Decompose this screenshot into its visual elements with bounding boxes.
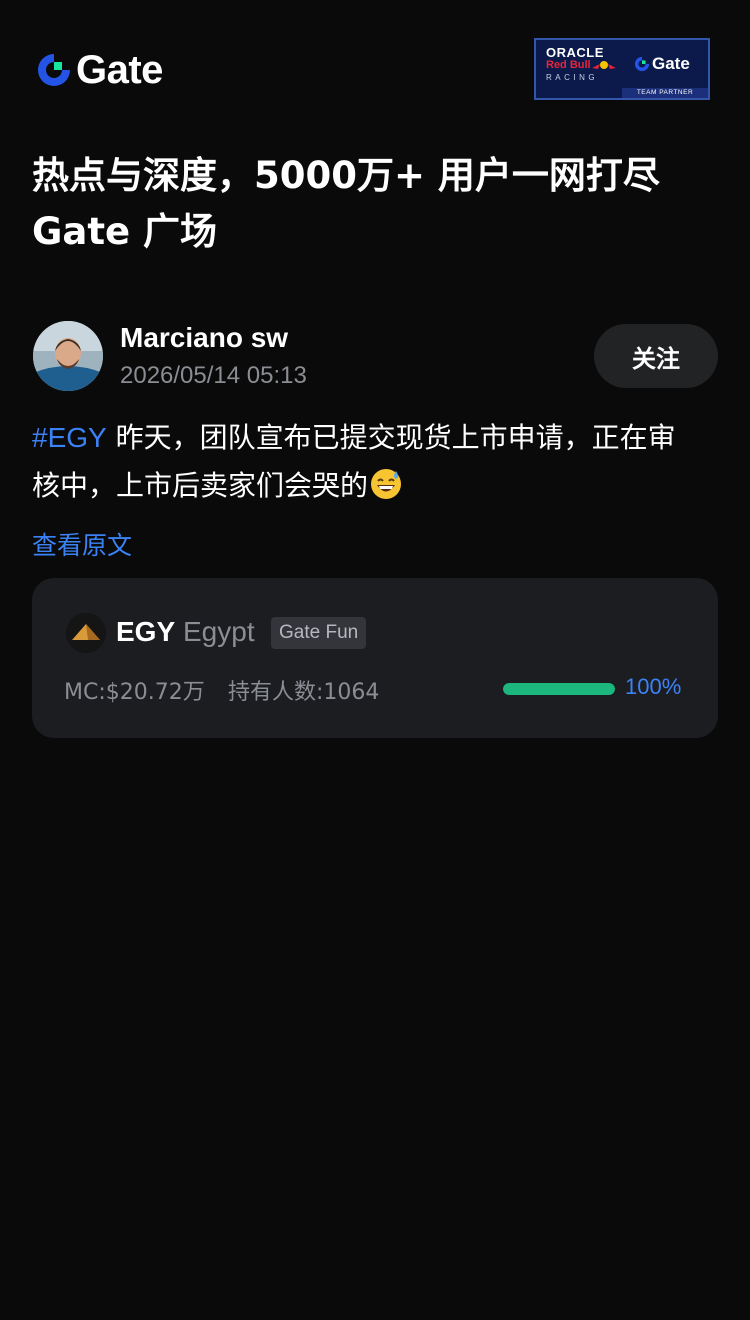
partner-gate-text: Gate — [652, 54, 690, 73]
team-partner-strip: TEAM PARTNER — [622, 88, 708, 98]
partner-redbull-text: Red Bull — [546, 59, 591, 71]
bonding-progress-bar — [503, 683, 615, 695]
token-name: Egypt — [183, 616, 255, 647]
author-avatar[interactable] — [33, 321, 103, 391]
token-holders-count: 持有人数:1064 — [228, 680, 380, 705]
token-symbol: EGY — [116, 616, 176, 647]
gate-logo-icon — [38, 54, 70, 86]
page-headline: 热点与深度，5000万+ 用户一网打尽 Gate 广场 — [32, 148, 722, 260]
red-bull-icon — [592, 61, 616, 69]
bonding-progress-label: 100% — [625, 674, 682, 699]
post-text-line-2: 核中，上市后卖家们会哭的 — [32, 462, 722, 510]
post-text-part-2: 核中，上市后卖家们会哭的 — [32, 469, 369, 502]
pyramid-icon — [66, 613, 106, 653]
post-timestamp: 2026/05/14 05:13 — [120, 362, 307, 389]
hashtag-link[interactable]: #EGY — [32, 422, 107, 453]
page: Gate ORACLE Red Bull RACING Gate TEAM PA — [0, 0, 750, 1320]
follow-button[interactable]: 关注 — [594, 324, 718, 388]
gate-logo[interactable]: Gate — [36, 50, 163, 90]
user-photo-avatar-icon — [33, 321, 103, 391]
bonding-progress-fill — [503, 683, 615, 695]
post-body: #EGY 昨天，团队宣布已提交现货上市申请，正在审 核中，上市后卖家们会哭的 — [32, 414, 722, 510]
partner-oracle-text: ORACLE — [546, 45, 604, 60]
view-original-link[interactable]: 查看原文 — [32, 526, 132, 562]
token-platform-tag: Gate Fun — [271, 617, 367, 649]
author-name[interactable]: Marciano sw — [120, 322, 288, 354]
gate-logo-text: Gate — [76, 48, 163, 92]
headline-line-1: 热点与深度，5000万+ 用户一网打尽 — [32, 154, 660, 197]
token-icon — [66, 613, 106, 653]
grinning-sweat-emoji-icon — [371, 469, 402, 499]
gate-mini-logo-icon — [634, 56, 650, 72]
headline-line-2: Gate 广场 — [32, 210, 217, 253]
header: Gate ORACLE Red Bull RACING Gate TEAM PA — [0, 0, 750, 140]
partner-gate-logo: Gate — [634, 54, 690, 74]
post-text-line-1: #EGY 昨天，团队宣布已提交现货上市申请，正在审 — [32, 414, 722, 462]
oracle-redbull-partner-badge: ORACLE Red Bull RACING Gate TEAM PARTNER — [534, 38, 710, 100]
token-market-cap: MC:$20.72万 — [64, 680, 205, 705]
post-text-part-1: 昨天，团队宣布已提交现货上市申请，正在审 — [106, 421, 676, 454]
partner-racing-text: RACING — [546, 73, 599, 82]
token-card[interactable]: EGY Egypt Gate Fun MC:$20.72万 持有人数:1064 … — [32, 578, 718, 738]
